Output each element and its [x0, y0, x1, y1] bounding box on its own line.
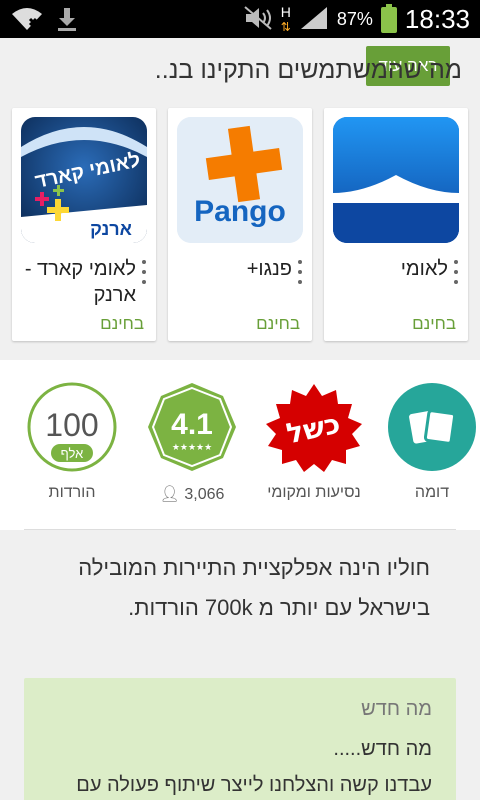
app-name: לאומי	[400, 258, 448, 280]
downloads-value: 100	[45, 407, 98, 443]
rating-stars: ★★★★★	[172, 443, 212, 453]
app-price: בחינם	[256, 314, 300, 333]
person-icon: 👤︎	[159, 486, 180, 503]
whats-new-line: מה חדש.....	[333, 738, 432, 760]
whats-new-line: עבדנו קשה והצלחנו לייצר שיתוף פעולה עם	[76, 774, 432, 796]
signal-icon	[299, 5, 329, 35]
mute-icon	[243, 5, 273, 35]
app-card-leumi[interactable]: לאומי בחינם	[324, 108, 468, 341]
overflow-menu-icon[interactable]	[296, 260, 304, 284]
badge-label: נסיעות ומקומי	[267, 484, 361, 501]
kosher-badge-icon: כשל	[266, 384, 362, 472]
whats-new-box[interactable]: מה חדש מה חדש..... עבדנו קשה והצלחנו ליי…	[24, 678, 456, 800]
whats-new-title: מה חדש	[361, 698, 432, 720]
app-price: בחינם	[100, 314, 144, 333]
battery-icon	[380, 3, 397, 33]
download-icon	[56, 6, 78, 36]
badge-label: דומה	[414, 484, 450, 501]
rating-value: 4.1	[171, 408, 213, 441]
leumi-card-icon: לאומי קארד ארנק	[21, 117, 147, 243]
badge-category[interactable]: כשל נסיעות ומקומי	[262, 382, 366, 502]
leumi-icon	[333, 117, 459, 243]
network-label: H	[280, 4, 291, 20]
battery-percent: 87%	[336, 9, 373, 29]
app-card-leumi-card[interactable]: לאומי קארד ארנק לאומי קארד - ארנק בחינם	[12, 108, 156, 341]
pango-logo-text: Pango	[194, 195, 286, 228]
badges-row: דומה כשל נסיעות ומקומי 4.1 ★★★★★ 3,066 👤…	[0, 360, 480, 530]
rating-icon: 4.1 ★★★★★	[148, 383, 236, 471]
status-bar: H ⇅ 87% 18:33	[0, 0, 480, 38]
downloads-unit: אלף	[61, 446, 84, 461]
overflow-menu-icon[interactable]	[140, 260, 148, 284]
description-section: חוליו הינה אפלקציית התיירות המובילה בישר…	[0, 530, 480, 800]
pango-icon: Pango	[177, 117, 303, 243]
badge-label: 3,066 👤︎	[142, 484, 242, 504]
app-price: בחינם	[412, 314, 456, 333]
overflow-menu-icon[interactable]	[452, 260, 460, 284]
network-type-icon: H ⇅	[280, 4, 291, 34]
rating-count: 3,066	[184, 486, 225, 503]
wifi-icon	[10, 6, 44, 36]
badge-downloads[interactable]: 100 אלף הורדות	[22, 382, 122, 502]
badge-rating[interactable]: 4.1 ★★★★★ 3,066 👤︎	[142, 382, 242, 504]
section-title: מה שהמשתמשים התקינו בנ..	[154, 56, 462, 84]
app-name: לאומי קארד - ארנק	[24, 258, 136, 306]
app-description[interactable]: חוליו הינה אפלקציית התיירות המובילה בישר…	[30, 548, 430, 628]
leumi-card-wallet-text: ארנק	[90, 219, 132, 239]
similar-apps-section: ראה עוד מה שהמשתמשים התקינו בנ.. לאומי ב…	[0, 38, 480, 360]
badge-similar[interactable]: דומה	[382, 382, 480, 502]
badge-label: הורדות	[48, 484, 96, 501]
app-name: פנגו+	[246, 258, 292, 280]
similar-apps-icon	[388, 383, 476, 471]
clock: 18:33	[404, 4, 470, 34]
app-card-pango[interactable]: Pango פנגו+ בחינם	[168, 108, 312, 341]
downloads-icon: 100 אלף	[27, 382, 117, 472]
